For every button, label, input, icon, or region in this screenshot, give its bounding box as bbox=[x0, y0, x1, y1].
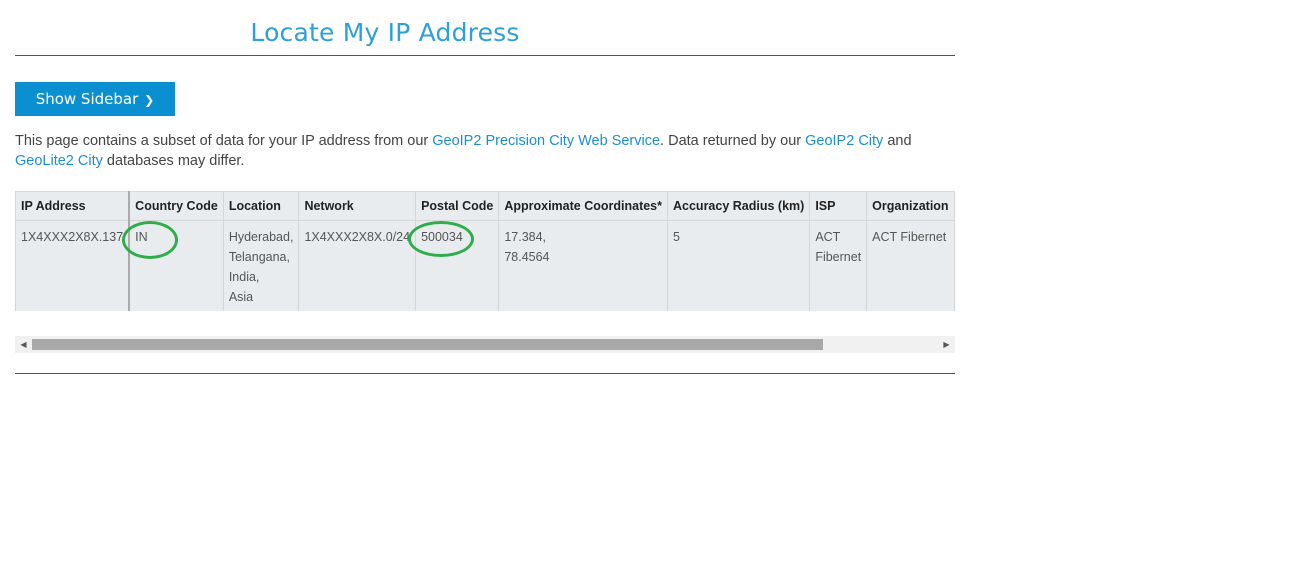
location-country: India, bbox=[228, 270, 260, 284]
intro-text-1: This page contains a subset of data for … bbox=[15, 133, 433, 149]
isp-line-2: Fibernet bbox=[815, 250, 862, 264]
geoip2-city-link[interactable]: GeoIP2 City bbox=[805, 133, 883, 149]
chevron-right-icon: ❯ bbox=[144, 93, 155, 107]
show-sidebar-label: Show Sidebar bbox=[35, 90, 139, 108]
header-coordinates: Approximate Coordinates* bbox=[498, 191, 668, 221]
bottom-divider bbox=[15, 373, 955, 374]
header-accuracy-radius: Accuracy Radius (km) bbox=[666, 191, 811, 221]
table-header-row: IP Address Country Code Location Network… bbox=[15, 191, 955, 221]
cell-organization: ACT Fibernet bbox=[866, 220, 955, 311]
main-content: Locate My IP Address Show Sidebar ❯ This… bbox=[15, 0, 955, 374]
header-location: Location bbox=[222, 191, 300, 221]
geolite2-city-link[interactable]: GeoLite2 City bbox=[15, 153, 103, 169]
location-region: Telangana, bbox=[228, 250, 290, 264]
header-ip-address: IP Address bbox=[15, 191, 131, 221]
location-continent: Asia bbox=[228, 290, 254, 304]
cell-coordinates: 17.384, 78.4564 bbox=[498, 220, 668, 311]
scroll-right-arrow-icon[interactable]: ▶ bbox=[938, 336, 955, 353]
cell-isp: ACT Fibernet bbox=[809, 220, 868, 311]
show-sidebar-button[interactable]: Show Sidebar ❯ bbox=[15, 82, 175, 116]
results-table-container: IP Address Country Code Location Network… bbox=[15, 191, 955, 311]
table-horizontal-scrollbar[interactable]: ◀ ▶ bbox=[15, 336, 955, 353]
header-country-code: Country Code bbox=[128, 191, 224, 221]
country-code-highlight-circle bbox=[122, 221, 178, 259]
header-network: Network bbox=[298, 191, 417, 221]
cell-accuracy-radius: 5 bbox=[666, 220, 811, 311]
header-isp: ISP bbox=[809, 191, 868, 221]
scroll-left-arrow-icon[interactable]: ◀ bbox=[15, 336, 32, 353]
cell-domain: a bbox=[953, 220, 955, 311]
intro-text-2: . Data returned by our bbox=[660, 133, 806, 149]
cell-ip-address: 1X4XXX2X8X.137 bbox=[15, 220, 131, 311]
intro-paragraph: This page contains a subset of data for … bbox=[15, 131, 955, 171]
coordinate-latitude: 17.384, bbox=[504, 230, 547, 244]
scrollbar-thumb[interactable] bbox=[32, 339, 823, 350]
title-divider bbox=[15, 55, 955, 56]
coordinate-longitude: 78.4564 bbox=[504, 250, 550, 264]
location-city: Hyderabad, bbox=[228, 230, 294, 244]
page: Locate My IP Address Show Sidebar ❯ This… bbox=[0, 0, 1296, 579]
page-title: Locate My IP Address bbox=[250, 18, 520, 47]
header-domain: D bbox=[953, 191, 955, 221]
intro-text-4: databases may differ. bbox=[102, 153, 245, 169]
header-organization: Organization bbox=[866, 191, 955, 221]
header-postal-code: Postal Code bbox=[415, 191, 500, 221]
intro-text-3: and bbox=[883, 133, 912, 149]
isp-line-1: ACT bbox=[815, 230, 841, 244]
cell-location: Hyderabad, Telangana, India, Asia bbox=[222, 220, 300, 311]
postal-code-highlight-circle bbox=[408, 221, 474, 257]
cell-network: 1X4XXX2X8X.0/24 bbox=[298, 220, 417, 311]
geoip2-precision-city-link[interactable]: GeoIP2 Precision City Web Service bbox=[432, 133, 660, 149]
